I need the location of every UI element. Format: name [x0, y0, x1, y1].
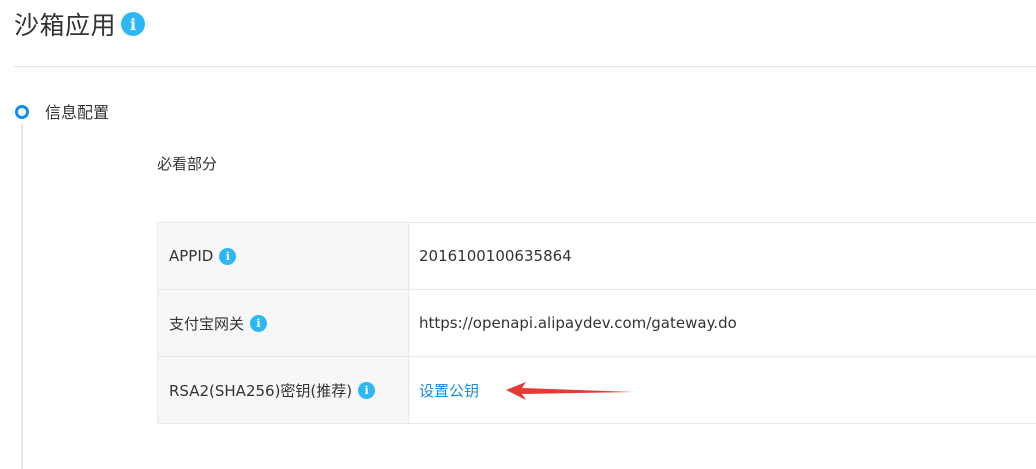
red-arrow-shape	[506, 382, 634, 400]
gateway-label: 支付宝网关	[169, 314, 245, 333]
step-timeline-line	[21, 124, 23, 469]
page-title: 沙箱应用	[14, 11, 117, 40]
appid-info-icon[interactable]: i	[219, 247, 237, 265]
sandbox-app-page: 沙箱应用 i 信息配置 必看部分 APPID i 201610010063586…	[0, 0, 1036, 469]
appid-value: 2016100100635864	[419, 247, 572, 265]
gateway-info-icon[interactable]: i	[250, 314, 268, 332]
table-row-label: RSA2(SHA256)密钥(推荐) i	[158, 357, 409, 423]
appid-label: APPID	[169, 247, 214, 265]
set-public-key-link[interactable]: 设置公钥	[419, 380, 479, 401]
step-label: 信息配置	[45, 103, 110, 122]
rsa2-key-info-icon[interactable]: i	[358, 381, 376, 399]
page-header: 沙箱应用 i	[14, 4, 146, 44]
header-divider	[14, 66, 1036, 67]
table-row-label: 支付宝网关 i	[158, 290, 409, 356]
table-row-appid: APPID i 2016100100635864	[158, 223, 1036, 290]
rsa2-key-label: RSA2(SHA256)密钥(推荐)	[169, 381, 353, 400]
section-title: 必看部分	[157, 155, 218, 173]
table-row-label: APPID i	[158, 223, 409, 289]
table-row-gateway: 支付宝网关 i https://openapi.alipaydev.com/ga…	[158, 290, 1036, 357]
gateway-value: https://openapi.alipaydev.com/gateway.do	[419, 314, 737, 332]
step-circle-icon	[15, 105, 29, 119]
info-icon[interactable]: i	[121, 12, 146, 36]
red-arrow-annotation	[506, 382, 634, 400]
